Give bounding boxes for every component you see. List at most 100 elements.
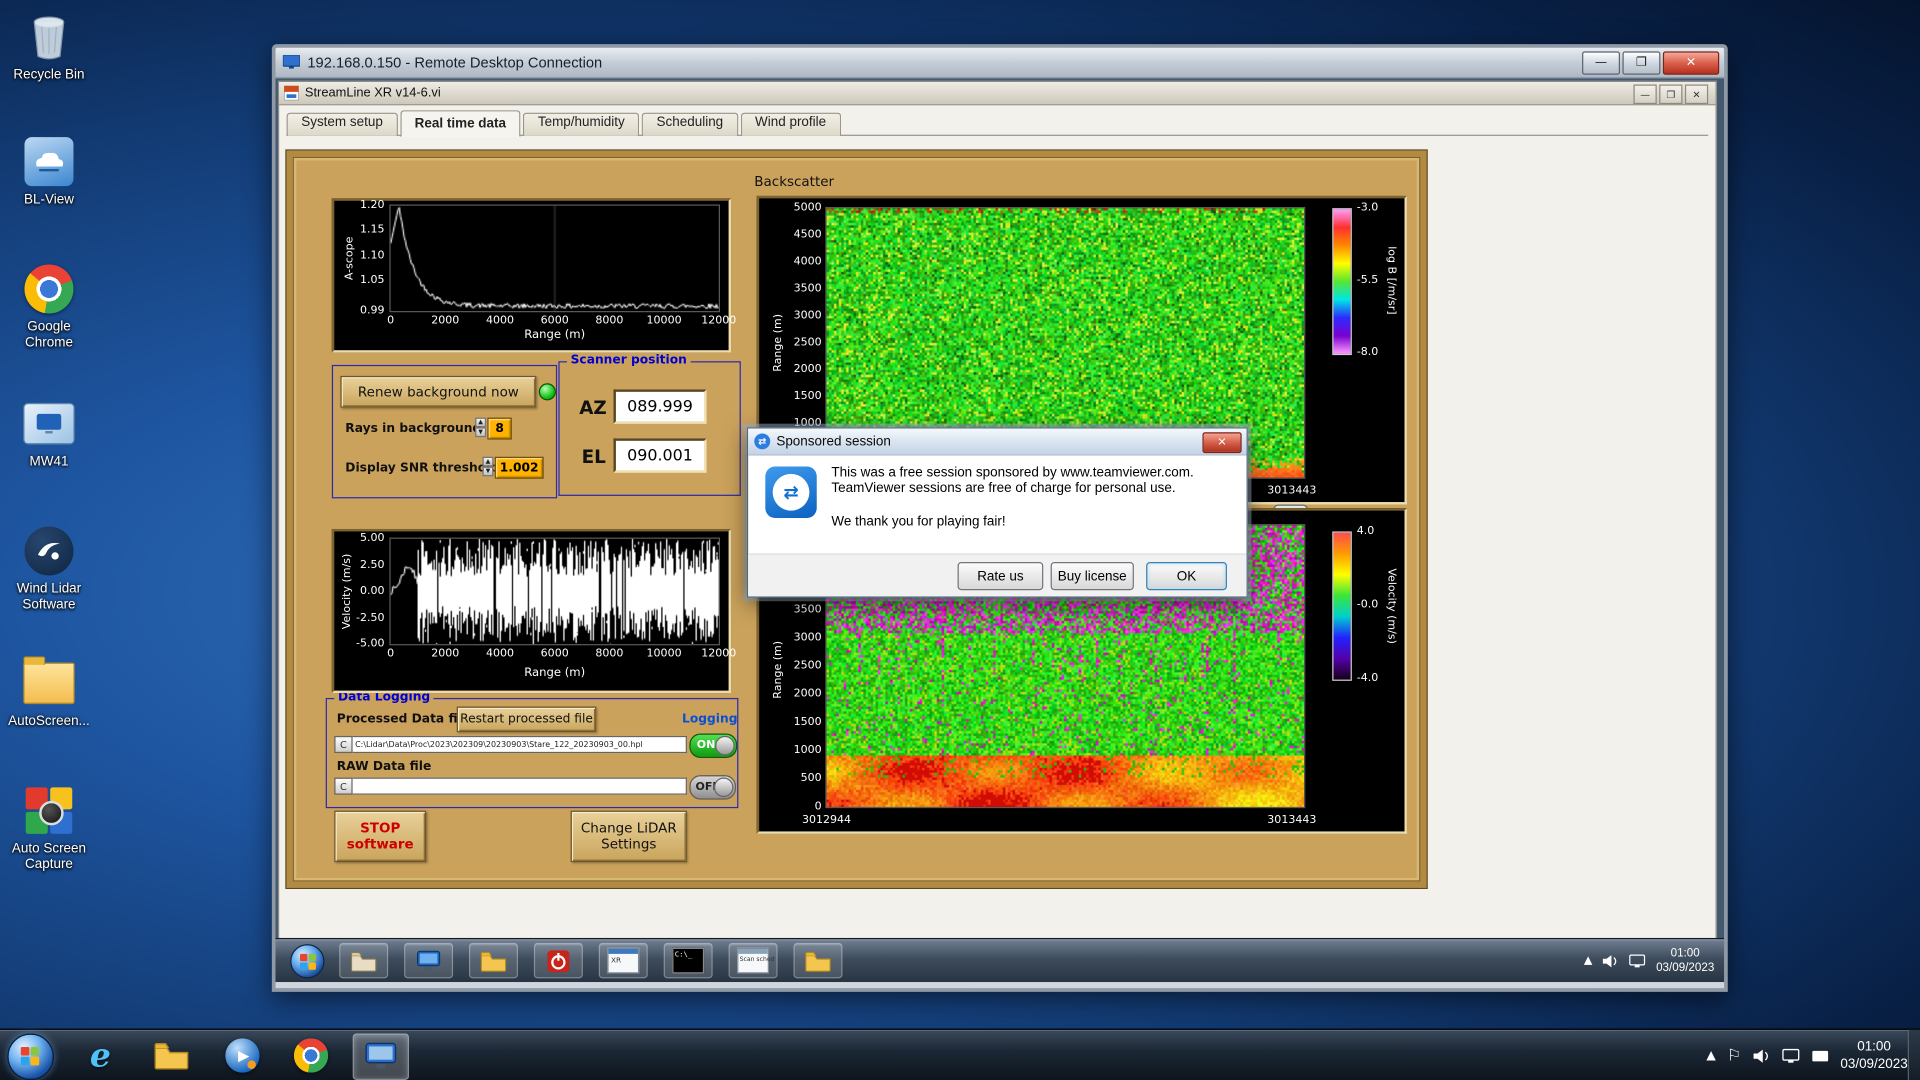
app-titlebar[interactable]: StreamLine XR v14-6.vi — ❐ ✕ (279, 82, 1716, 106)
raw-data-file-label: RAW Data file (336, 760, 432, 774)
desktop-icon-chrome[interactable]: Google Chrome (2, 262, 95, 351)
rays-spinner[interactable]: ▲ ▼ (475, 417, 487, 438)
restart-processed-file-button[interactable]: Restart processed file (456, 706, 597, 733)
windows-flag-icon (20, 1046, 41, 1067)
tab-system-setup[interactable]: System setup (286, 112, 398, 136)
desktop-icon-autoscreen-folder[interactable]: AutoScreen... (2, 656, 95, 729)
processed-file-path[interactable]: C:\Lidar\Data\Proc\2023\202309\20230903\… (352, 735, 687, 754)
desktop-icon-label: BL-View (24, 192, 74, 207)
taskbar-chrome-button[interactable] (284, 1033, 338, 1077)
tick-label: 2000 (793, 363, 822, 376)
rdp-titlebar[interactable]: 192.168.0.150 - Remote Desktop Connectio… (275, 47, 1725, 79)
dialog-line-2: TeamViewer sessions are free of charge f… (831, 481, 1176, 496)
tick-label: 2000 (793, 688, 822, 701)
processed-logging-toggle[interactable]: ON (689, 733, 738, 758)
network-icon[interactable] (1629, 953, 1646, 968)
raw-file-path-control[interactable]: C (334, 777, 687, 795)
desktop-icon-wind-lidar[interactable]: Wind Lidar Software (2, 524, 95, 613)
desktop-icon-bl-view[interactable]: BL-View (2, 135, 95, 208)
tab-temp-humidity[interactable]: Temp/humidity (523, 112, 640, 136)
ok-button[interactable]: OK (1146, 562, 1227, 591)
tick-label: 3500 (793, 282, 822, 296)
app-minimize-button[interactable]: — (1633, 84, 1657, 105)
tick-label: 3000 (793, 631, 822, 645)
network-icon[interactable] (1782, 1048, 1800, 1064)
processed-file-path-control[interactable]: C C:\Lidar\Data\Proc\2023\202309\2023090… (334, 735, 687, 754)
remote-clock[interactable]: 01:00 03/09/2023 (1656, 946, 1714, 975)
internet-explorer-icon: e (89, 1036, 111, 1075)
tick-label: 2500 (793, 336, 822, 349)
tick-label: 1500 (793, 716, 822, 729)
taskbar-folder-button[interactable] (468, 942, 518, 979)
volume-icon[interactable] (1602, 953, 1619, 968)
desktop-icon-recycle-bin[interactable]: Recycle Bin (2, 10, 95, 83)
toggle-knob (713, 777, 734, 798)
dialog-close-button[interactable]: ✕ (1202, 432, 1242, 454)
rdp-minimize-button[interactable]: — (1582, 51, 1621, 75)
tab-real-time-data[interactable]: Real time data (399, 110, 521, 138)
raw-file-path[interactable] (352, 777, 687, 795)
tab-scheduling[interactable]: Scheduling (641, 112, 738, 136)
rdp-restore-button[interactable]: ❐ (1622, 51, 1661, 75)
display-icon (417, 950, 441, 970)
app-close-button[interactable]: ✕ (1684, 84, 1709, 105)
taskbar-remote-desktop-button[interactable] (352, 1033, 409, 1080)
teamviewer-icon: ⇄ (754, 433, 771, 450)
tick-label: 6000 (540, 647, 569, 661)
stop-software-button[interactable]: STOP software (334, 810, 427, 863)
tick-label: 4000 (793, 255, 822, 269)
el-value-field[interactable]: 090.001 (613, 438, 707, 473)
keyboard-language-icon[interactable] (1811, 1048, 1829, 1064)
hidden-icons-arrow[interactable]: ▲ (1706, 1049, 1715, 1062)
remote-start-button[interactable] (290, 944, 325, 979)
hidden-icons-arrow[interactable]: ▲ (1584, 954, 1592, 966)
taskbar-scan-scheduler-button[interactable]: Scan sched (728, 942, 778, 979)
tick-label: -3.0 (1356, 202, 1379, 215)
tick-label: 8000 (595, 647, 624, 661)
desktop-icon-mw41[interactable]: MW41 (2, 397, 95, 470)
taskbar-windows-explorer-button[interactable] (144, 1033, 198, 1077)
dialog-titlebar[interactable]: ⇄ Sponsored session ✕ (748, 428, 1247, 456)
taskbar-libraries-button[interactable] (339, 942, 389, 979)
taskbar-media-player-button[interactable]: ▶ (216, 1033, 270, 1077)
tick-label: 4.0 (1356, 525, 1375, 538)
tick-label: 3013443 (1267, 814, 1317, 827)
taskbar-command-prompt-button[interactable]: C:\_ (663, 942, 713, 979)
rate-us-button[interactable]: Rate us (957, 562, 1044, 591)
tick-label: 1.10 (359, 249, 385, 262)
taskbar-explorer-button[interactable] (793, 942, 843, 979)
rdp-close-button[interactable]: ✕ (1662, 51, 1720, 75)
backscatter-title: Backscatter (754, 173, 835, 190)
tick-label: 0.00 (359, 585, 385, 598)
taskbar-xr-window-button[interactable]: XR (598, 942, 648, 979)
tick-label: 6000 (540, 314, 569, 327)
taskbar-internet-explorer-button[interactable]: e (73, 1033, 127, 1077)
buy-license-button[interactable]: Buy license (1050, 562, 1134, 591)
action-center-flag-icon[interactable]: ⚐ (1727, 1046, 1741, 1064)
rays-value-field[interactable]: 8 (487, 417, 512, 440)
start-button[interactable] (7, 1033, 54, 1080)
snr-spinner[interactable]: ▲ ▼ (482, 456, 494, 477)
desktop-icon-auto-screen-capture[interactable]: Auto Screen Capture (2, 784, 95, 873)
az-value-field[interactable]: 089.999 (613, 389, 707, 424)
tick-label: 12000 (701, 647, 737, 661)
toggle-knob (715, 735, 735, 756)
el-label: EL (581, 445, 606, 468)
tab-wind-profile[interactable]: Wind profile (740, 112, 841, 136)
wind-lidar-icon (22, 524, 76, 578)
volume-icon[interactable] (1752, 1048, 1770, 1064)
app-restore-button[interactable]: ❐ (1659, 84, 1683, 105)
snr-value-field[interactable]: 1.002 (494, 456, 544, 479)
show-desktop-button[interactable] (1907, 1029, 1920, 1080)
host-clock[interactable]: 01:00 03/09/2023 (1840, 1038, 1907, 1072)
path-drive-box[interactable]: C (334, 735, 353, 754)
taskbar-power-app-button[interactable] (533, 942, 583, 979)
folder-icon (22, 656, 76, 710)
raw-logging-toggle[interactable]: OFF (689, 775, 736, 800)
data-logging-group: Data Logging Processed Data file Restart… (325, 690, 739, 809)
change-lidar-settings-button[interactable]: Change LiDAR Settings (570, 810, 687, 863)
taskbar-display-button[interactable] (404, 942, 454, 979)
renew-background-button[interactable]: Renew background now (340, 375, 537, 408)
tick-label: 3500 (793, 603, 822, 616)
path-drive-box[interactable]: C (334, 777, 353, 795)
